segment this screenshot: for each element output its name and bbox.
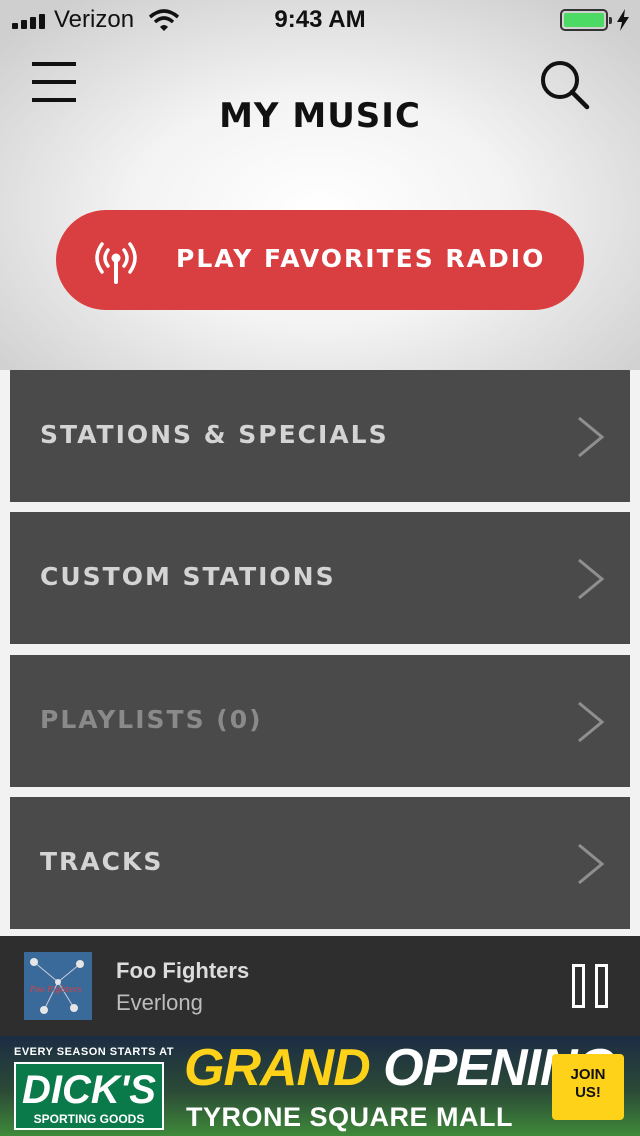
- now-playing-bar[interactable]: Foo Fighters Foo Fighters Everlong: [0, 936, 640, 1036]
- menu-item-playlists[interactable]: PLAYLISTS (0): [10, 655, 630, 787]
- menu-item-label: TRACKS: [40, 847, 164, 876]
- ad-logo-subtext: SPORTING GOODS: [33, 1112, 145, 1126]
- ad-join-button[interactable]: JOIN US!: [552, 1054, 624, 1120]
- play-favorites-radio-button[interactable]: PLAY FAVORITES RADIO: [56, 210, 584, 310]
- search-icon[interactable]: [534, 56, 594, 112]
- album-art[interactable]: Foo Fighters: [24, 952, 92, 1020]
- battery-icon: [560, 9, 612, 31]
- chevron-right-icon: [578, 701, 605, 743]
- album-art-image: Foo Fighters: [24, 952, 92, 1020]
- ad-headline-part-1: GRAND: [184, 1039, 371, 1097]
- menu-item-label: PLAYLISTS (0): [40, 705, 263, 734]
- chevron-right-icon: [578, 558, 605, 600]
- ad-logo: DICK'S SPORTING GOODS: [14, 1062, 164, 1130]
- album-art-text: Foo Fighters: [29, 985, 82, 994]
- menu-item-label: CUSTOM STATIONS: [40, 562, 336, 591]
- status-time: 9:43 AM: [274, 6, 366, 33]
- ad-banner[interactable]: EVERY SEASON STARTS AT DICK'S SPORTING G…: [0, 1036, 640, 1136]
- menu-item-stations-specials[interactable]: STATIONS & SPECIALS: [10, 370, 630, 502]
- ad-subline: TYRONE SQUARE MALL: [186, 1102, 514, 1132]
- chevron-right-icon: [578, 843, 605, 885]
- battery-level: [564, 13, 604, 27]
- charging-bolt-icon: [617, 9, 629, 31]
- pause-icon[interactable]: [572, 964, 608, 1008]
- radio-broadcast-icon: [95, 242, 137, 284]
- menu-item-tracks[interactable]: TRACKS: [10, 797, 630, 929]
- ad-cta-line-1: JOIN: [570, 1066, 606, 1083]
- ad-cta-line-2: US!: [575, 1084, 601, 1101]
- ad-logo-text: DICK'S: [22, 1068, 156, 1112]
- menu-item-custom-stations[interactable]: CUSTOM STATIONS: [10, 512, 630, 644]
- now-playing-track: Everlong: [116, 990, 203, 1015]
- now-playing-artist: Foo Fighters: [116, 958, 250, 983]
- status-bar: Verizon 9:43 AM: [0, 0, 640, 40]
- play-favorites-label: PLAY FAVORITES RADIO: [176, 244, 546, 273]
- menu-item-label: STATIONS & SPECIALS: [40, 420, 389, 449]
- ad-tagline: EVERY SEASON STARTS AT: [14, 1046, 174, 1058]
- chevron-right-icon: [578, 416, 605, 458]
